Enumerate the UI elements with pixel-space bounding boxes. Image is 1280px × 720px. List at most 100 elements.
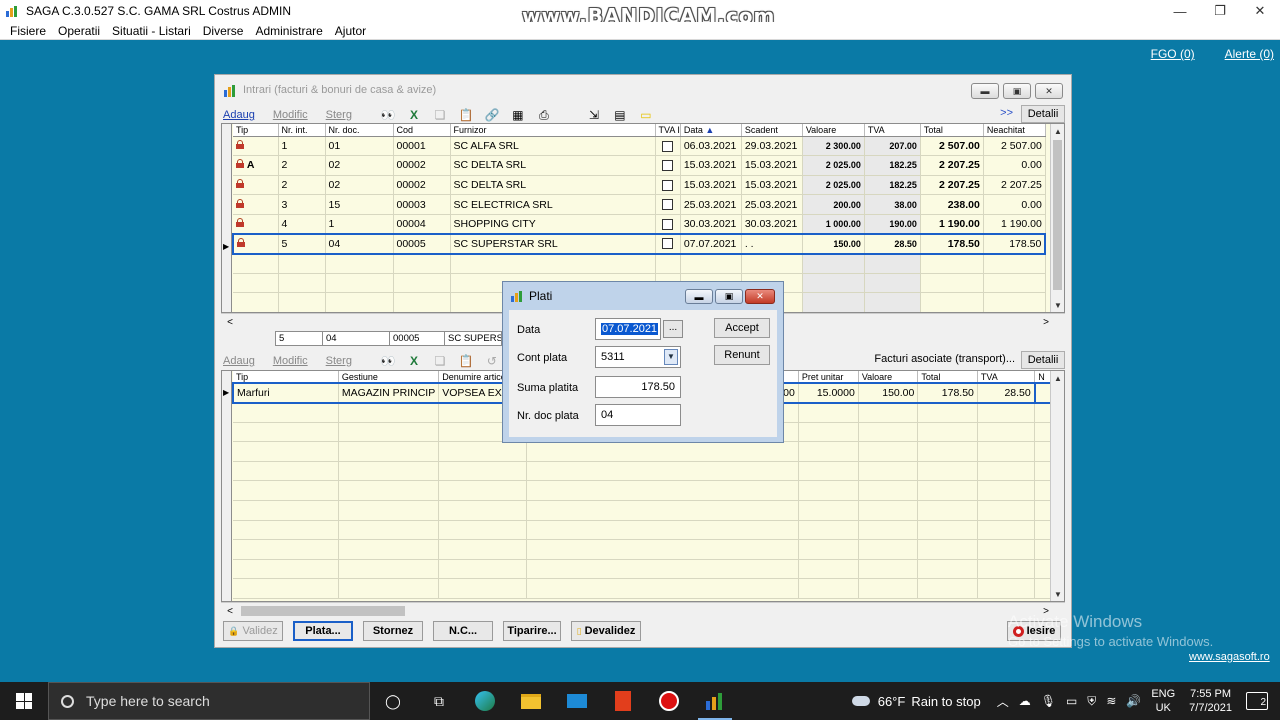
line-paste-icon[interactable]: 📋 bbox=[458, 354, 474, 368]
tva-checkbox[interactable] bbox=[662, 179, 674, 191]
volume-icon[interactable]: 🔊 bbox=[1126, 694, 1141, 708]
nc-button[interactable]: N.C... bbox=[433, 621, 493, 641]
line-col-pret[interactable]: Pret unitar bbox=[798, 371, 859, 384]
add-button[interactable]: Adaug bbox=[223, 109, 255, 121]
line-excel-export-icon[interactable]: X bbox=[406, 354, 422, 368]
bandicam-record-icon[interactable] bbox=[646, 682, 692, 720]
more-arrows-button[interactable]: >> bbox=[1000, 107, 1013, 119]
table-row[interactable]: 4 1 00004 SHOPPING CITY 30.03.2021 30.03… bbox=[233, 214, 1046, 235]
line-col-tip[interactable]: Tip bbox=[233, 371, 339, 384]
restore-icon[interactable]: ❐ bbox=[1200, 0, 1240, 22]
window-close-icon[interactable]: ✕ bbox=[1035, 83, 1063, 99]
copy-icon[interactable]: ❏ bbox=[432, 108, 448, 122]
window-maximize-icon[interactable]: ▣ bbox=[1003, 83, 1031, 99]
col-neachitat[interactable]: Neachitat bbox=[983, 124, 1046, 137]
delete-button[interactable]: Sterg bbox=[326, 109, 352, 121]
line-binoculars-icon[interactable]: 👀 bbox=[380, 354, 396, 368]
col-cod[interactable]: Cod bbox=[393, 124, 451, 137]
line-refresh-icon[interactable]: ↺ bbox=[484, 354, 500, 368]
print-icon[interactable]: ⎙ bbox=[536, 108, 552, 122]
data-input[interactable]: 07.07.2021 bbox=[595, 318, 661, 340]
tva-checkbox[interactable] bbox=[662, 238, 674, 250]
associated-invoices-link[interactable]: Facturi asociate (transport)... bbox=[874, 353, 1015, 365]
close-icon[interactable]: ✕ bbox=[1240, 0, 1280, 22]
dialog-close-icon[interactable]: ✕ bbox=[745, 289, 775, 304]
col-total[interactable]: Total bbox=[920, 124, 984, 137]
weather-widget[interactable]: 66°F Rain to stop bbox=[851, 694, 981, 709]
cortana-icon[interactable]: ◯ bbox=[370, 682, 416, 720]
menu-operatii[interactable]: Operatii bbox=[52, 24, 106, 38]
tva-checkbox[interactable] bbox=[662, 140, 674, 152]
notification-center-icon[interactable]: 2 bbox=[1246, 692, 1268, 710]
line-details-button[interactable]: Detalii bbox=[1021, 351, 1065, 369]
windows-start-icon[interactable] bbox=[0, 682, 48, 720]
lines-vertical-scrollbar[interactable]: ▲ ▼ bbox=[1050, 371, 1064, 601]
line-modify-button[interactable]: Modific bbox=[273, 355, 308, 367]
database-icon[interactable]: ▤ bbox=[612, 108, 628, 122]
calculator-icon[interactable]: ▦ bbox=[510, 108, 526, 122]
scroll-left-icon[interactable]: < bbox=[223, 314, 237, 330]
microphone-icon[interactable]: 🎙 bbox=[1041, 694, 1056, 708]
clock[interactable]: 7:55 PM 7/7/2021 bbox=[1189, 687, 1232, 715]
office-icon[interactable] bbox=[600, 682, 646, 720]
modify-button[interactable]: Modific bbox=[273, 109, 308, 121]
lines-horizontal-scrollbar[interactable]: < > bbox=[221, 602, 1065, 618]
col-nr-doc[interactable]: Nr. doc. bbox=[325, 124, 394, 137]
table-row[interactable]: 2 02 00002 SC DELTA SRL 15.03.2021 15.03… bbox=[233, 175, 1046, 196]
saga-taskbar-icon[interactable] bbox=[692, 682, 738, 720]
menu-fisiere[interactable]: Fisiere bbox=[4, 24, 52, 38]
line-add-button[interactable]: Adaug bbox=[223, 355, 255, 367]
tva-checkbox[interactable] bbox=[662, 199, 674, 211]
table-row[interactable]: 1 01 00001 SC ALFA SRL 06.03.2021 29.03.… bbox=[233, 136, 1046, 157]
col-tva[interactable]: TVA bbox=[864, 124, 921, 137]
line-col-tva[interactable]: TVA bbox=[977, 371, 1036, 384]
minimize-icon[interactable]: — bbox=[1160, 0, 1200, 22]
renunt-button[interactable]: Renunt bbox=[714, 345, 770, 365]
invoice-vertical-scrollbar[interactable]: ▲ ▼ bbox=[1050, 124, 1064, 312]
details-button[interactable]: Detalii bbox=[1021, 105, 1065, 123]
chevron-up-icon[interactable]: ︿ bbox=[997, 693, 1009, 710]
chevron-down-icon[interactable]: ▼ bbox=[664, 349, 678, 365]
devalidez-button[interactable]: ▯ Devalidez bbox=[571, 621, 641, 641]
col-valoare[interactable]: Valoare bbox=[802, 124, 865, 137]
dialog-minimize-icon[interactable]: ▬ bbox=[685, 289, 713, 304]
monitor-icon[interactable]: ▭ bbox=[1066, 694, 1077, 708]
taskbar-search-input[interactable]: Type here to search bbox=[48, 682, 370, 720]
scroll-up-icon[interactable]: ▲ bbox=[1051, 371, 1064, 385]
suma-platita-input[interactable]: 178.50 bbox=[595, 376, 681, 398]
line-col-gestiune[interactable]: Gestiune bbox=[338, 371, 440, 384]
tva-checkbox[interactable] bbox=[662, 218, 674, 230]
edge-browser-icon[interactable] bbox=[462, 682, 508, 720]
excel-export-icon[interactable]: X bbox=[406, 108, 422, 122]
folder-icon[interactable]: ▭ bbox=[638, 108, 654, 122]
menu-ajutor[interactable]: Ajutor bbox=[329, 24, 372, 38]
tiparire-button[interactable]: Tiparire... bbox=[503, 621, 561, 641]
accept-button[interactable]: Accept bbox=[714, 318, 770, 338]
date-picker-button[interactable]: ... bbox=[663, 320, 683, 338]
sagasoft-link[interactable]: www.sagasoft.ro bbox=[1189, 651, 1270, 663]
scroll-left-icon[interactable]: < bbox=[223, 603, 237, 619]
tva-checkbox[interactable] bbox=[662, 160, 674, 172]
file-explorer-icon[interactable] bbox=[508, 682, 554, 720]
table-row[interactable]: A 2 02 00002 SC DELTA SRL 15.03.2021 15.… bbox=[233, 155, 1046, 176]
cloud-sync-icon[interactable]: ☁ bbox=[1019, 694, 1031, 708]
line-col-valoare[interactable]: Valoare bbox=[858, 371, 919, 384]
task-view-icon[interactable]: ⧉ bbox=[416, 682, 462, 720]
scroll-down-icon[interactable]: ▼ bbox=[1051, 587, 1064, 601]
language-indicator[interactable]: ENG UK bbox=[1151, 687, 1175, 715]
stornez-button[interactable]: Stornez bbox=[363, 621, 423, 641]
scroll-down-icon[interactable]: ▼ bbox=[1051, 298, 1064, 312]
col-nr-int[interactable]: Nr. int. bbox=[278, 124, 326, 137]
link-icon[interactable]: 🔗 bbox=[484, 108, 500, 122]
line-col-total[interactable]: Total bbox=[917, 371, 978, 384]
table-row-selected[interactable]: 5 04 00005 SC SUPERSTAR SRL 07.07.2021 .… bbox=[232, 232, 1047, 255]
plata-button[interactable]: Plata... bbox=[293, 621, 353, 641]
scroll-up-icon[interactable]: ▲ bbox=[1051, 124, 1064, 138]
menu-situatii-listari[interactable]: Situatii - Listari bbox=[106, 24, 197, 38]
table-row[interactable]: 3 15 00003 SC ELECTRICA SRL 25.03.2021 2… bbox=[233, 194, 1046, 215]
paste-icon[interactable]: 📋 bbox=[458, 108, 474, 122]
security-shield-icon[interactable]: ⛨ bbox=[1087, 694, 1096, 709]
fgo-link[interactable]: FGO (0) bbox=[1151, 47, 1195, 61]
import-icon[interactable]: ⇲ bbox=[586, 108, 602, 122]
mail-icon[interactable] bbox=[554, 682, 600, 720]
